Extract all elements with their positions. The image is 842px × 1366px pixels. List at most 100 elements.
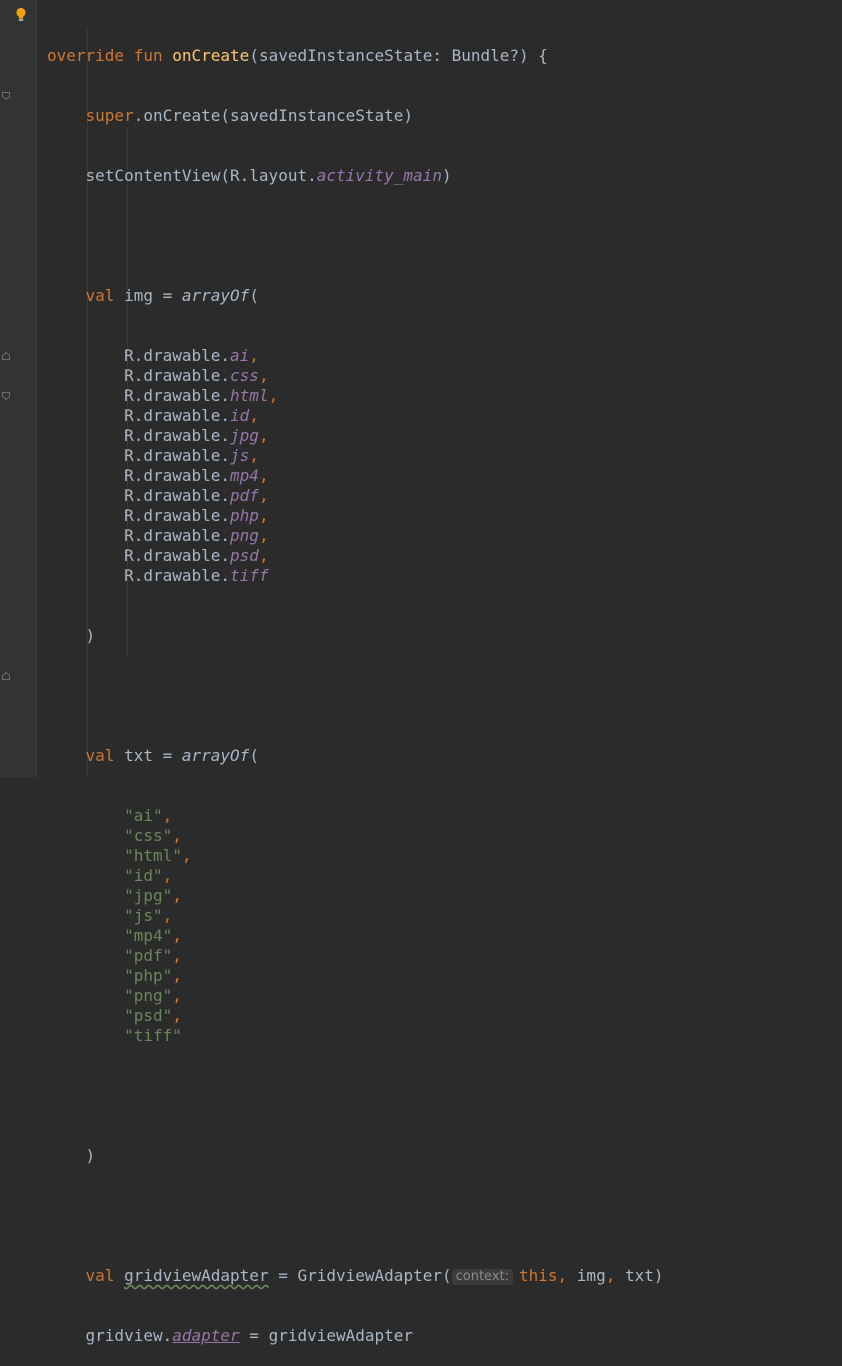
code-line: R.drawable.jpg, xyxy=(47,426,664,446)
separator: , xyxy=(249,446,259,465)
code-text: ( xyxy=(249,286,259,305)
code-line: R.drawable.pdf, xyxy=(47,486,664,506)
string-literal: "js" xyxy=(124,906,163,925)
separator: , xyxy=(172,1006,182,1025)
separator: , xyxy=(249,406,259,425)
code-text: setContentView(R.layout. xyxy=(85,166,317,185)
drawable-ref: pdf xyxy=(230,486,259,505)
code-text: txt = xyxy=(114,746,182,765)
code-line: gridview.adapter = gridviewAdapter xyxy=(47,1326,664,1346)
params: (savedInstanceState: Bundle?) { xyxy=(249,46,548,65)
function-name: onCreate xyxy=(172,46,250,65)
code-line: R.drawable.mp4, xyxy=(47,466,664,486)
drawable-ref: php xyxy=(230,506,259,525)
editor-gutter xyxy=(0,0,36,777)
separator: , xyxy=(605,1266,625,1285)
code-text: R.drawable. xyxy=(124,506,231,525)
separator: , xyxy=(258,426,269,445)
code-line: setContentView(R.layout.activity_main) xyxy=(47,166,664,186)
code-line: R.drawable.html, xyxy=(47,386,664,406)
separator: , xyxy=(172,886,182,905)
code-text: R.drawable. xyxy=(124,526,231,545)
code-line: "psd", xyxy=(47,1006,664,1026)
code-text: img = xyxy=(114,286,182,305)
code-line: "css", xyxy=(47,826,664,846)
string-literal: "pdf" xyxy=(124,946,173,965)
drawable-ref: js xyxy=(230,446,250,465)
drawable-ref: png xyxy=(230,526,259,545)
separator: , xyxy=(162,806,173,825)
code-line: "mp4", xyxy=(47,926,664,946)
drawable-ref: id xyxy=(230,406,250,425)
code-line: ) xyxy=(47,626,664,646)
separator: , xyxy=(258,506,269,525)
fold-marker-icon[interactable] xyxy=(2,392,10,400)
lightbulb-icon[interactable] xyxy=(15,7,27,23)
string-literal: "jpg" xyxy=(124,886,173,905)
string-literal: "psd" xyxy=(124,1006,173,1025)
code-line: "id", xyxy=(47,866,664,886)
separator: , xyxy=(258,466,269,485)
string-literal: "id" xyxy=(124,866,163,885)
code-line: R.drawable.png, xyxy=(47,526,664,546)
code-text: .onCreate(savedInstanceState) xyxy=(133,106,414,125)
code-text: = gridviewAdapter xyxy=(239,1326,414,1345)
drawable-ref: psd xyxy=(230,546,259,565)
code-text: R.drawable. xyxy=(124,426,231,445)
code-line: R.drawable.id, xyxy=(47,406,664,426)
fold-marker-icon[interactable] xyxy=(2,352,10,360)
field-ref: activity_main xyxy=(316,166,442,185)
code-text: ) xyxy=(85,1146,96,1165)
keyword: this xyxy=(519,1266,558,1285)
drawable-ref: html xyxy=(230,386,269,405)
code-line: R.drawable.js, xyxy=(47,446,664,466)
code-text: R.drawable. xyxy=(124,386,231,405)
separator: , xyxy=(249,346,259,365)
code-line: R.drawable.ai, xyxy=(47,346,664,366)
drawable-ref: jpg xyxy=(230,426,259,445)
code-line: val gridviewAdapter = GridviewAdapter(co… xyxy=(47,1266,664,1286)
code-text: R.drawable. xyxy=(124,406,231,425)
parameter-hint: context: xyxy=(451,1269,513,1285)
keyword: override xyxy=(47,46,125,65)
keyword: val xyxy=(85,1266,115,1285)
separator: , xyxy=(258,486,269,505)
separator: , xyxy=(258,526,269,545)
ide-editor-window: { "colors": { "background": "#2b2b2b", "… xyxy=(0,0,842,1345)
code-line: R.drawable.css, xyxy=(47,366,664,386)
function-call: arrayOf xyxy=(181,286,250,305)
code-text: ) xyxy=(85,626,96,645)
source-code[interactable]: override fun onCreate(savedInstanceState… xyxy=(47,6,664,1366)
code-text: R.drawable. xyxy=(124,366,231,385)
string-literal: "tiff" xyxy=(124,1026,182,1045)
separator: , xyxy=(172,966,182,985)
code-line: "jpg", xyxy=(47,886,664,906)
code-line: "tiff" xyxy=(47,1026,664,1046)
separator: , xyxy=(172,946,182,965)
keyword: super xyxy=(85,106,134,125)
drawable-ref: tiff xyxy=(230,566,269,585)
string-literal: "css" xyxy=(124,826,173,845)
function-call: arrayOf xyxy=(181,746,250,765)
code-text: R.drawable. xyxy=(124,466,231,485)
code-line: "php", xyxy=(47,966,664,986)
code-line: "ai", xyxy=(47,806,664,826)
code-line: "png", xyxy=(47,986,664,1006)
code-text: R.drawable. xyxy=(124,446,231,465)
string-literal: "png" xyxy=(124,986,173,1005)
variable-name: gridviewAdapter xyxy=(124,1266,269,1285)
fold-marker-icon[interactable] xyxy=(2,92,10,100)
code-line: R.drawable.php, xyxy=(47,506,664,526)
fold-marker-icon[interactable] xyxy=(2,672,10,680)
property-ref: adapter xyxy=(172,1326,240,1345)
drawable-ref: mp4 xyxy=(230,466,259,485)
code-text: R.drawable. xyxy=(124,566,231,585)
code-text: R.drawable. xyxy=(124,486,231,505)
separator: , xyxy=(258,366,269,385)
drawable-ref: ai xyxy=(230,346,250,365)
code-text: txt xyxy=(624,1266,654,1285)
